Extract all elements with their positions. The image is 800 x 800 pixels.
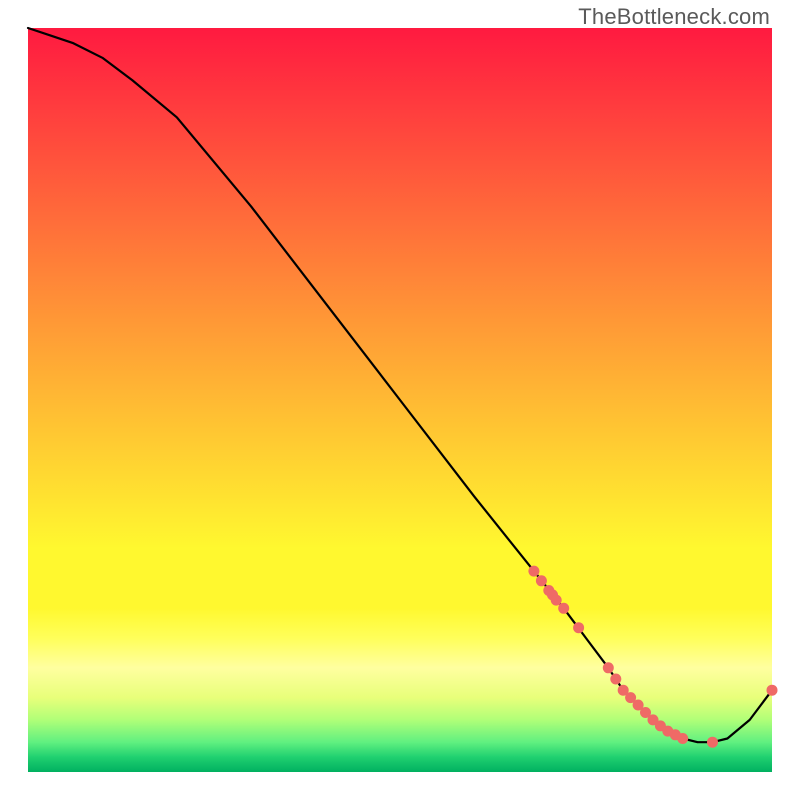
data-point — [536, 575, 547, 586]
data-point — [610, 674, 621, 685]
bottleneck-curve — [28, 28, 772, 742]
data-point — [767, 685, 778, 696]
data-point — [558, 603, 569, 614]
curve-layer — [28, 28, 772, 772]
data-point — [528, 566, 539, 577]
data-point — [573, 622, 584, 633]
data-point — [551, 595, 562, 606]
data-point — [707, 737, 718, 748]
plot-area — [28, 28, 772, 772]
chart-root: TheBottleneck.com — [0, 0, 800, 800]
bottleneck-points — [528, 566, 777, 748]
curve-path — [28, 28, 772, 742]
data-point — [603, 662, 614, 673]
data-point — [677, 733, 688, 744]
watermark-text: TheBottleneck.com — [578, 4, 770, 30]
